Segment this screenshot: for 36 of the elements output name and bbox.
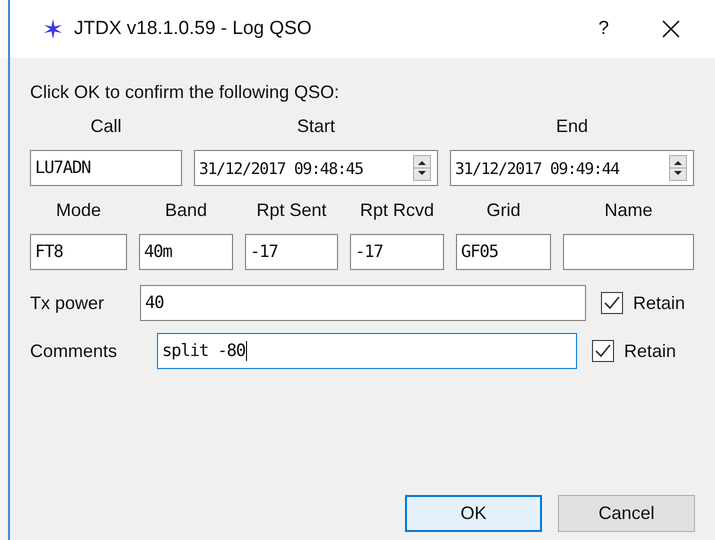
dialog-button[interactable]: OK: [405, 495, 542, 532]
field-label: Tx power: [30, 292, 106, 314]
input-field[interactable]: 40: [140, 285, 586, 321]
help-button[interactable]: ?: [598, 18, 609, 40]
input-field[interactable]: 40m: [139, 234, 233, 270]
prompt-text: Click OK to confirm the following QSO:: [30, 81, 340, 104]
input-field[interactable]: [563, 234, 694, 270]
text-cursor: [246, 341, 248, 361]
datetime-field[interactable]: 31/12/2017 09:48:45: [194, 150, 438, 186]
checkbox-label: Retain: [624, 340, 676, 362]
field-label: Name: [604, 199, 652, 222]
field-label: Rpt Rcvd: [360, 199, 434, 222]
checkbox[interactable]: [601, 292, 623, 314]
dialog-button[interactable]: Cancel: [558, 495, 695, 532]
star-icon: [42, 18, 64, 40]
window-title: JTDX v18.1.0.59 - Log QSO: [74, 18, 312, 40]
field-label: Band: [164, 199, 208, 222]
datetime-field[interactable]: 31/12/2017 09:49:44: [450, 150, 694, 186]
field-label: Mode: [56, 199, 102, 222]
input-field[interactable]: -17: [245, 234, 338, 270]
input-field[interactable]: -17: [350, 234, 444, 270]
field-label: End: [556, 115, 588, 138]
field-label: Rpt Sent: [256, 199, 327, 222]
spinner-icon[interactable]: [669, 155, 687, 181]
field-label: Comments: [30, 340, 118, 362]
field-label: Start: [296, 115, 335, 138]
spinner-icon[interactable]: [413, 155, 431, 181]
input-field[interactable]: split -80: [157, 333, 577, 369]
input-field[interactable]: GF05: [456, 234, 551, 270]
checkbox-label: Retain: [633, 292, 686, 314]
close-icon[interactable]: [661, 19, 681, 39]
input-field[interactable]: FT8: [30, 234, 127, 270]
checkbox[interactable]: [592, 340, 614, 362]
input-field[interactable]: LU7ADN: [30, 150, 182, 186]
field-label: Call: [90, 115, 122, 138]
field-label: Grid: [486, 199, 520, 222]
